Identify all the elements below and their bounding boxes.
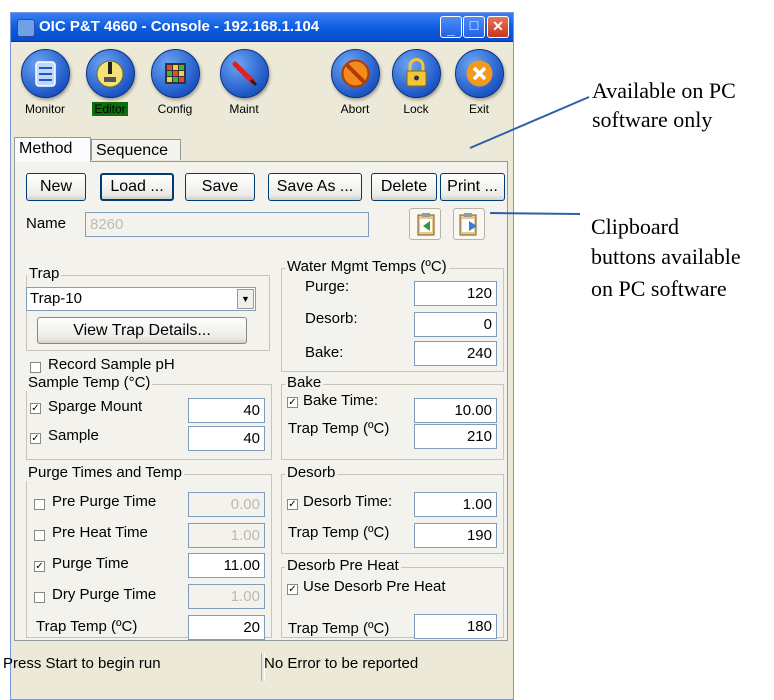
tab-method[interactable]: Method bbox=[14, 137, 91, 162]
clipboard-annotation-line3: on PC software bbox=[591, 276, 727, 301]
pc-only-annotation-line1: Available on PC bbox=[592, 78, 736, 103]
annotation-lines bbox=[469, 96, 590, 215]
clipboard-annotation-line2: buttons available bbox=[591, 244, 741, 269]
pc-only-annotation-line2: software only bbox=[592, 107, 713, 132]
pc-only-pointer-line bbox=[469, 96, 590, 149]
clipboard-pointer-line bbox=[489, 212, 581, 215]
clipboard-annotation-line1: Clipboard bbox=[591, 214, 679, 239]
